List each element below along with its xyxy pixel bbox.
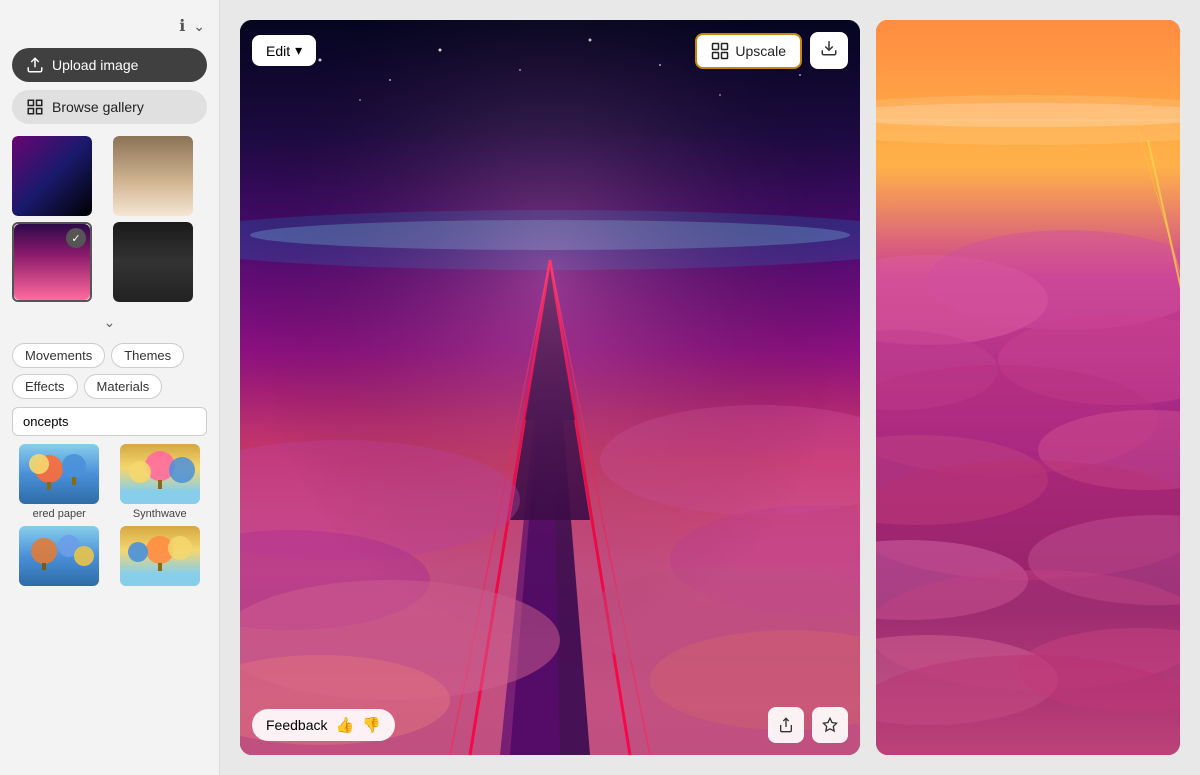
feedback-button[interactable]: Feedback 👍 👎 [252, 709, 395, 741]
upload-label: Upload image [52, 57, 138, 73]
bottom-right-actions [768, 707, 848, 743]
gallery-icon [26, 98, 44, 116]
secondary-image [876, 20, 1180, 755]
primary-image-panel: Edit ▾ Upscale [240, 20, 860, 755]
filter-tag-movements[interactable]: Movements [12, 343, 105, 368]
primary-image [240, 20, 860, 755]
edit-chevron-icon: ▾ [295, 42, 302, 59]
divider-section: ⌄ [12, 310, 207, 335]
star-icon [822, 717, 838, 733]
info-icon[interactable]: ℹ [179, 16, 185, 36]
thumbup-icon[interactable]: 👍 [335, 716, 354, 734]
filter-tag-effects[interactable]: Effects [12, 374, 78, 399]
thumbdown-icon[interactable]: 👎 [362, 716, 381, 734]
thumbnail-item-selected[interactable]: ✓ [12, 222, 92, 302]
style-item-synthwave[interactable]: Synthwave [113, 444, 208, 520]
thumbnail-item[interactable] [113, 222, 193, 302]
thumbnail-item[interactable] [113, 136, 193, 216]
share-button[interactable] [768, 707, 804, 743]
header-chevron-icon[interactable]: ⌄ [193, 18, 205, 35]
thumbnail-item[interactable] [12, 136, 92, 216]
filter-tag-themes[interactable]: Themes [111, 343, 184, 368]
thumbnail-grid: ✓ [12, 136, 207, 302]
filter-tag-materials[interactable]: Materials [84, 374, 163, 399]
main-content: Edit ▾ Upscale [220, 0, 1200, 775]
upload-icon [26, 56, 44, 74]
edit-label: Edit [266, 43, 290, 59]
collapse-chevron-icon[interactable]: ⌄ [104, 314, 116, 331]
secondary-image-panel [876, 20, 1180, 755]
filter-tags-container: Movements Themes Effects Materials [12, 343, 207, 399]
toolbar-right: Upscale [695, 32, 848, 69]
primary-toolbar: Edit ▾ Upscale [252, 32, 848, 69]
style-label-synthwave: Synthwave [133, 508, 187, 520]
style-label: ered paper [33, 508, 86, 520]
style-item-4[interactable] [113, 526, 208, 590]
search-input[interactable] [12, 407, 207, 436]
sidebar: ℹ ⌄ Upload image Browse gallery ✓ [0, 0, 220, 775]
style-item-3[interactable] [12, 526, 107, 590]
style-grid: ered paper Synthwave [12, 444, 207, 590]
gallery-label: Browse gallery [52, 99, 144, 115]
share-icon [778, 717, 794, 733]
primary-bottom-toolbar: Feedback 👍 👎 [252, 707, 848, 743]
upscale-icon [711, 42, 729, 60]
sidebar-header: ℹ ⌄ [12, 12, 207, 40]
download-icon [820, 39, 838, 57]
feedback-label: Feedback [266, 717, 327, 733]
selected-check-badge: ✓ [66, 228, 86, 248]
star-button[interactable] [812, 707, 848, 743]
upscale-label: Upscale [735, 43, 786, 59]
edit-button[interactable]: Edit ▾ [252, 35, 316, 66]
upscale-button[interactable]: Upscale [695, 33, 802, 69]
upload-image-button[interactable]: Upload image [12, 48, 207, 82]
browse-gallery-button[interactable]: Browse gallery [12, 90, 207, 124]
download-button[interactable] [810, 32, 848, 69]
style-item-layered-paper[interactable]: ered paper [12, 444, 107, 520]
